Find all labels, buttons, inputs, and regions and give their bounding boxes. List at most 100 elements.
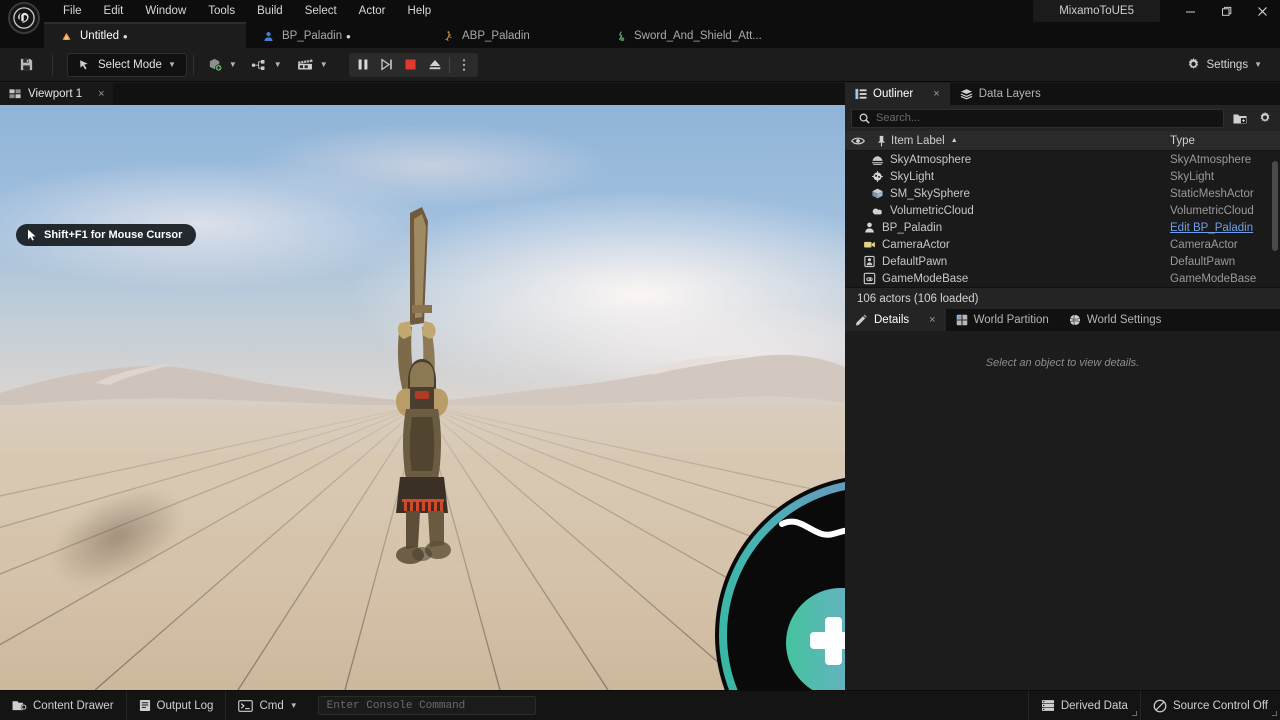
asset-tab-strip: Untitled • BP_Paladin • ABP_Paladin Swor… xyxy=(0,22,1280,48)
tab-dirty-marker: • xyxy=(123,28,128,44)
chevron-down-icon: ▼ xyxy=(228,60,237,69)
menu-tools[interactable]: Tools xyxy=(197,1,246,21)
resize-grip xyxy=(1131,710,1137,716)
cmd-dropdown[interactable]: Cmd ▼ xyxy=(226,691,309,720)
menu-build[interactable]: Build xyxy=(246,1,294,21)
outliner-tab-bar: Outliner × Data Layers xyxy=(845,83,1280,105)
menu-edit[interactable]: Edit xyxy=(93,1,135,21)
row-name-cell: DefaultPawn xyxy=(845,255,1170,268)
level-viewport[interactable]: Shift+F1 for Mouse Cursor xyxy=(0,105,845,690)
tab-world-settings[interactable]: World Settings xyxy=(1059,309,1172,331)
data-layers-tab-label: Data Layers xyxy=(978,88,1041,100)
tab-details[interactable]: Details × xyxy=(845,309,946,331)
menu-help[interactable]: Help xyxy=(397,1,443,21)
tab-outliner[interactable]: Outliner × xyxy=(845,83,950,105)
add-actor-button[interactable]: ▼ xyxy=(200,53,244,77)
menu-bar: File Edit Window Tools Build Select Acto… xyxy=(52,0,442,22)
new-folder-button[interactable] xyxy=(1230,109,1249,128)
edit-blueprint-link[interactable]: Edit BP_Paladin xyxy=(1170,222,1280,234)
close-icon[interactable]: × xyxy=(929,314,935,326)
close-icon[interactable]: × xyxy=(98,88,104,100)
output-log-button[interactable]: Output Log xyxy=(127,690,227,720)
close-button[interactable] xyxy=(1244,0,1280,22)
details-tab-bar: Details × World Partition World Settings xyxy=(845,309,1280,331)
gamepad-logo xyxy=(715,477,845,690)
world-settings-icon xyxy=(1069,314,1080,326)
playback-options-button[interactable] xyxy=(452,54,476,76)
table-row[interactable]: SkyLight SkyLight xyxy=(845,168,1280,185)
minimize-icon xyxy=(1185,11,1195,12)
table-row[interactable]: SkyAtmosphere SkyAtmosphere xyxy=(845,151,1280,168)
tab-abp-paladin[interactable]: ABP_Paladin xyxy=(426,22,598,48)
add-actor-icon xyxy=(209,58,222,71)
tab-dirty-marker: • xyxy=(346,28,351,44)
tab-untitled-level[interactable]: Untitled • xyxy=(44,22,246,48)
minimize-button[interactable] xyxy=(1172,0,1208,22)
blueprints-button[interactable]: ▼ xyxy=(244,53,289,77)
tab-viewport-1[interactable]: Viewport 1 × xyxy=(0,83,113,105)
search-input[interactable]: Search... xyxy=(851,108,1224,128)
menu-select[interactable]: Select xyxy=(294,1,348,21)
table-row[interactable]: VolumetricCloud VolumetricCloud xyxy=(845,202,1280,219)
outliner-scrollbar[interactable] xyxy=(1272,161,1278,251)
content-drawer-icon xyxy=(12,701,27,711)
frame-step-button[interactable] xyxy=(375,54,399,76)
console-command-input[interactable]: Enter Console Command xyxy=(317,696,536,715)
maximize-button[interactable] xyxy=(1208,0,1244,22)
unreal-logo-icon[interactable] xyxy=(8,2,40,34)
item-label-column-header[interactable]: Item Label ▲ xyxy=(891,135,1170,147)
tab-sword-and-shield-attack[interactable]: Sword_And_Shield_Att... xyxy=(598,22,798,48)
eject-icon xyxy=(429,60,440,70)
status-bar-left: Content Drawer Output Log Cmd ▼ Enter Co… xyxy=(0,690,536,720)
tab-label: BP_Paladin xyxy=(282,30,343,42)
stop-button[interactable] xyxy=(399,54,423,76)
cinematics-icon xyxy=(297,59,313,70)
save-button[interactable] xyxy=(12,53,46,77)
row-type: GameModeBase xyxy=(1170,272,1257,285)
details-panel: Details × World Partition World Settings… xyxy=(845,309,1280,678)
table-row[interactable]: BP_Paladin Edit BP_Paladin xyxy=(845,219,1280,236)
menu-file[interactable]: File xyxy=(52,1,93,21)
pawn-icon xyxy=(865,222,874,233)
select-mode-label: Select Mode xyxy=(98,58,162,71)
select-mode-dropdown[interactable]: Select Mode ▼ xyxy=(67,52,187,77)
title-bar: File Edit Window Tools Build Select Acto… xyxy=(0,0,1280,34)
cmd-label: Cmd xyxy=(259,699,284,712)
type-column-header[interactable]: Type xyxy=(1170,135,1280,147)
menu-window[interactable]: Window xyxy=(134,1,197,21)
row-label: SkyAtmosphere xyxy=(890,153,972,166)
details-tab-label: Details xyxy=(874,314,910,326)
source-control-button[interactable]: Source Control Off xyxy=(1139,690,1280,720)
playback-separator xyxy=(448,56,450,73)
table-row[interactable]: CameraActor CameraActor xyxy=(845,236,1280,253)
viewport-icon xyxy=(9,89,21,99)
settings-button[interactable]: Settings ▼ xyxy=(1178,53,1270,77)
content-drawer-button[interactable]: Content Drawer xyxy=(0,690,127,720)
pause-button[interactable] xyxy=(351,54,375,76)
search-placeholder: Search... xyxy=(876,112,921,124)
table-row[interactable]: SM_SkySphere StaticMeshActor xyxy=(845,185,1280,202)
unreal-u-glyph xyxy=(13,7,35,29)
derived-data-button[interactable]: Derived Data xyxy=(1027,690,1140,720)
row-type: SkyLight xyxy=(1170,170,1215,183)
outliner-list[interactable]: SkyAtmosphere SkyAtmosphere SkyLight Sky… xyxy=(845,151,1280,287)
tab-world-partition[interactable]: World Partition xyxy=(946,309,1059,331)
visibility-column-header[interactable] xyxy=(845,136,871,146)
table-row[interactable]: DefaultPawn DefaultPawn xyxy=(845,253,1280,270)
camera-icon xyxy=(864,241,875,248)
sort-ascending-icon: ▲ xyxy=(950,137,958,144)
gear-icon xyxy=(1188,58,1198,69)
row-type: CameraActor xyxy=(1170,238,1238,251)
tab-bp-paladin[interactable]: BP_Paladin • xyxy=(246,22,426,48)
pin-column-header[interactable] xyxy=(871,135,891,147)
tab-data-layers[interactable]: Data Layers xyxy=(950,83,1051,105)
menu-actor[interactable]: Actor xyxy=(348,1,397,21)
row-label: CameraActor xyxy=(882,238,950,251)
outliner-icon xyxy=(855,88,867,100)
cinematics-button[interactable]: ▼ xyxy=(289,53,335,77)
outliner-settings-button[interactable] xyxy=(1255,109,1274,128)
close-icon[interactable]: × xyxy=(933,88,939,100)
table-row[interactable]: GameModeBase GameModeBase xyxy=(845,270,1280,287)
eject-button[interactable] xyxy=(423,54,447,76)
more-vertical-icon xyxy=(462,58,465,71)
